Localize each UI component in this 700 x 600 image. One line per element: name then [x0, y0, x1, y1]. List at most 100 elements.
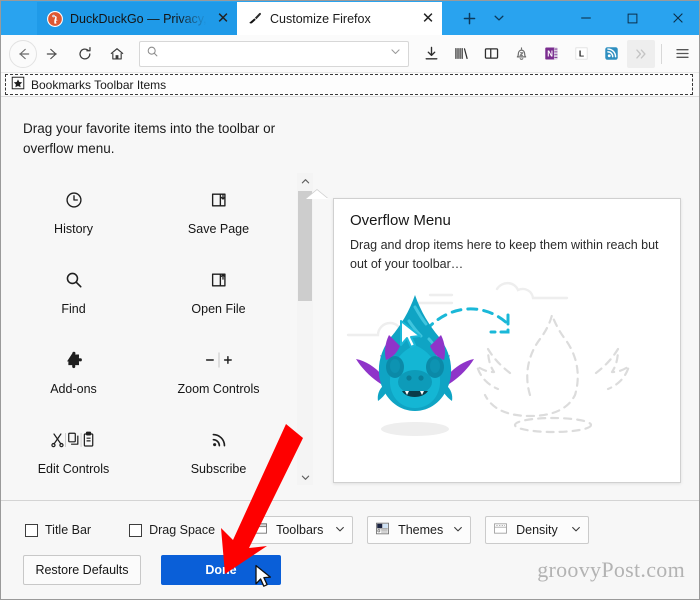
overflow-icon[interactable] [627, 39, 655, 68]
bookmark-star-icon [11, 76, 25, 93]
palette-item-find[interactable]: Find [1, 257, 146, 337]
scroll-down-icon[interactable] [297, 469, 313, 485]
palette-item-label: Subscribe [190, 462, 247, 476]
browser-tab-duckduckgo[interactable]: DuckDuckGo — Privacy, sim ✕ [37, 2, 237, 35]
palette-item-open-file[interactable]: Open File [146, 257, 291, 337]
firefox-dino-drag-illustration [334, 277, 680, 477]
onenote-icon[interactable]: N [537, 40, 565, 68]
scrollbar-thumb[interactable] [298, 191, 312, 301]
checkbox-box[interactable] [25, 523, 38, 537]
overflow-panel-title: Overflow Menu [350, 212, 451, 229]
firefox-window: DuckDuckGo — Privacy, sim ✕ Customize Fi… [0, 0, 700, 600]
svg-text:L: L [578, 49, 583, 59]
title-bar: DuckDuckGo — Privacy, sim ✕ Customize Fi… [1, 1, 699, 35]
downloads-icon[interactable] [417, 40, 445, 68]
customize-area: Drag your favorite items into the toolba… [1, 97, 699, 501]
palette-item-label: Add-ons [50, 382, 97, 396]
dropdown-label: Themes [398, 523, 444, 537]
toolbar-divider [661, 43, 662, 64]
palette-item-label: Find [61, 302, 86, 316]
bookmarks-toolbar: Bookmarks Toolbar Items [1, 73, 699, 97]
lastpass-icon[interactable]: L [567, 40, 595, 68]
themes-icon [375, 521, 390, 539]
feed-reader-icon[interactable] [597, 40, 625, 68]
maximize-button[interactable] [609, 1, 655, 35]
close-window-button[interactable] [655, 1, 699, 35]
sidebar-icon[interactable] [477, 40, 505, 68]
zoom-controls-icon [203, 349, 235, 371]
chevron-down-icon[interactable] [453, 524, 463, 537]
notifications-snoozed-icon[interactable] [507, 40, 535, 68]
palette-item-edit-controls[interactable]: Edit Controls [1, 417, 146, 497]
tab-title: Customize Firefox [270, 11, 371, 26]
palette-hint-text: Drag your favorite items into the toolba… [23, 121, 276, 156]
svg-text:N: N [547, 49, 553, 58]
edit-controls-icon [50, 429, 98, 451]
dropdown-toolbars[interactable]: Toolbars [245, 516, 354, 544]
checkbox-box[interactable] [129, 523, 143, 537]
save-page-icon [209, 189, 229, 211]
palette-item-label: History [54, 222, 93, 236]
home-button[interactable] [101, 39, 133, 69]
checkbox-label: Title Bar [45, 523, 92, 537]
magnifier-icon [64, 269, 84, 291]
bookmarks-toolbar-items[interactable]: Bookmarks Toolbar Items [5, 74, 693, 95]
search-icon [146, 45, 159, 63]
overflow-panel-description: Drag and drop items here to keep them wi… [350, 238, 659, 271]
palette-item-label: Save Page [187, 222, 250, 236]
palette-item-zoom-controls[interactable]: Zoom Controls [146, 337, 291, 417]
minimize-button[interactable] [563, 1, 609, 35]
mouse-cursor [254, 564, 272, 588]
chevron-down-icon[interactable] [335, 524, 345, 537]
tab-title: DuckDuckGo — Privacy, sim [70, 11, 208, 26]
back-button[interactable] [9, 39, 37, 68]
palette-item-subscribe[interactable]: Subscribe [146, 417, 291, 497]
density-icon [493, 521, 508, 539]
palette-item-save-page[interactable]: Save Page [146, 177, 291, 257]
dropdown-label: Density [516, 523, 558, 537]
customization-palette: Drag your favorite items into the toolba… [1, 97, 313, 501]
address-bar[interactable] [139, 40, 409, 67]
palette-item-label: Edit Controls [37, 462, 110, 476]
dropdown-density[interactable]: Density [485, 516, 590, 544]
tab-close-icon[interactable]: ✕ [420, 11, 436, 27]
dropdown-themes[interactable]: Themes [367, 516, 472, 544]
duckduckgo-icon [47, 10, 63, 27]
checkbox-title-bar[interactable]: Title Bar [25, 523, 91, 537]
tab-list-chevron-down-icon[interactable] [484, 1, 514, 35]
tab-close-icon[interactable]: ✕ [215, 11, 231, 27]
overflow-menu-panel: Overflow Menu Drag and drop items here t… [333, 198, 681, 483]
palette-item-history[interactable]: History [1, 177, 146, 257]
clock-icon [64, 189, 84, 211]
palette-items-grid: History Save Page Find Open File Add-ons… [1, 177, 291, 501]
checkbox-drag-space[interactable]: Drag Space [129, 523, 215, 537]
palette-scrollbar[interactable] [297, 173, 313, 485]
forward-button[interactable] [37, 39, 69, 69]
watermark: groovyPost.com [537, 557, 685, 582]
navigation-toolbar: N L [1, 35, 699, 73]
app-menu-icon[interactable] [668, 40, 696, 68]
customize-options-row: Title Bar Drag Space Toolbars Themes Den… [1, 515, 699, 545]
overflow-panel-pointer [306, 190, 328, 199]
palette-item-label: Open File [191, 302, 246, 316]
toolbars-icon [253, 521, 268, 539]
palette-item-label: Zoom Controls [177, 382, 260, 396]
scroll-up-icon[interactable] [297, 173, 313, 189]
reload-button[interactable] [69, 39, 101, 69]
checkbox-label: Drag Space [149, 523, 216, 537]
restore-defaults-button[interactable]: Restore Defaults [23, 555, 141, 585]
dropdown-label: Toolbars [276, 523, 324, 537]
library-icon[interactable] [447, 40, 475, 68]
browser-tab-customize-firefox[interactable]: Customize Firefox ✕ [237, 2, 442, 35]
palette-item-add-ons[interactable]: Add-ons [1, 337, 146, 417]
toolbar-icon-group: N L [417, 39, 696, 68]
new-tab-button[interactable] [454, 1, 484, 35]
window-controls [563, 1, 699, 35]
address-bar-chevron-down-icon[interactable] [389, 45, 402, 63]
rss-icon [209, 429, 229, 451]
open-file-icon [209, 269, 229, 291]
customize-bottom-bar: Title Bar Drag Space Toolbars Themes Den… [1, 501, 699, 599]
bookmarks-toolbar-items-label: Bookmarks Toolbar Items [31, 77, 167, 92]
paintbrush-icon [247, 11, 263, 27]
chevron-down-icon[interactable] [571, 524, 581, 537]
